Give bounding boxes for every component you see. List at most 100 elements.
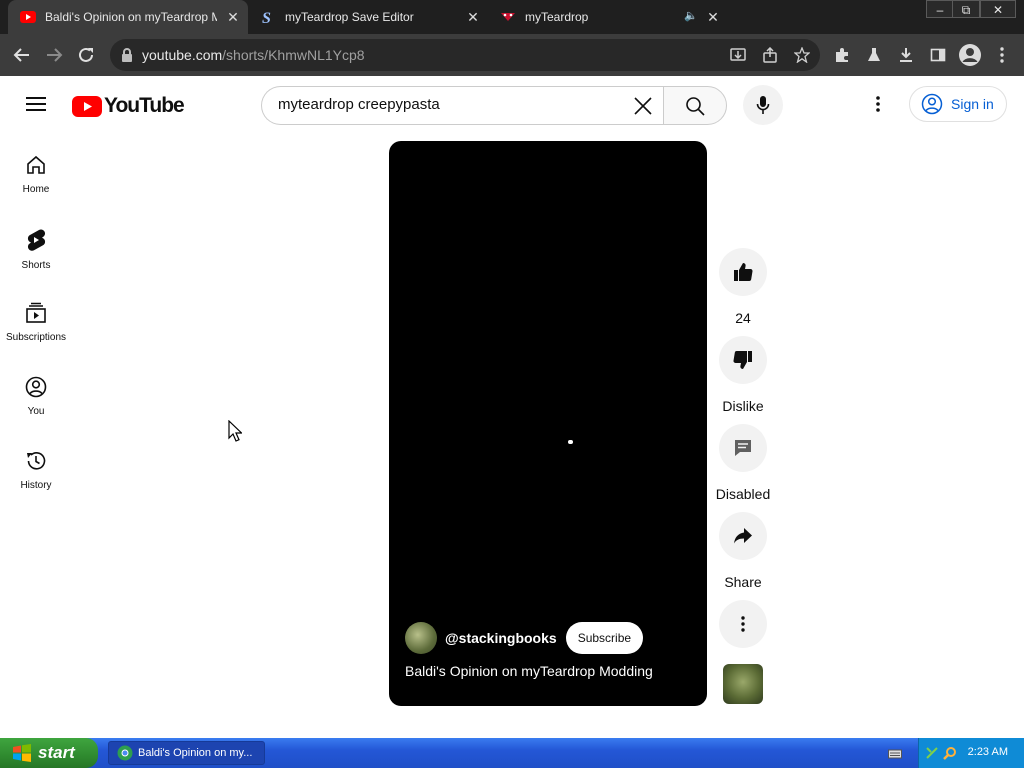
search-value: myteardrop creepypasta [278, 96, 440, 113]
dislike-button[interactable] [719, 336, 767, 384]
youtube-logo-text: YouTube [104, 94, 185, 117]
shorts-icon [27, 229, 46, 251]
sidebar-item-subscriptions[interactable]: Subscriptions [0, 288, 72, 358]
you-icon [25, 376, 47, 398]
labs-flask-icon[interactable] [862, 43, 886, 67]
chrome-menu-icon[interactable] [990, 43, 1014, 67]
comments-button[interactable] [719, 424, 767, 472]
system-clock[interactable]: 2:23 AM [968, 746, 1008, 758]
share-action[interactable]: Share [719, 512, 767, 590]
side-panel-icon[interactable] [926, 43, 950, 67]
share-page-icon[interactable] [758, 43, 782, 67]
subscriptions-icon [26, 302, 46, 323]
reload-button[interactable] [74, 43, 98, 67]
taskbar-item-label: Baldi's Opinion on my... [138, 747, 253, 759]
like-action[interactable]: 24 [719, 248, 767, 326]
url-path: /shorts/KhmwNL1Ycp8 [222, 47, 365, 63]
share-button[interactable] [719, 512, 767, 560]
svg-text:S: S [262, 10, 271, 25]
sidebar-item-shorts[interactable]: Shorts [0, 214, 72, 284]
network-tray-icon[interactable] [925, 746, 939, 760]
windows-taskbar: start Baldi's Opinion on my... 2:23 AM [0, 738, 1024, 768]
start-button[interactable]: start [0, 738, 98, 768]
short-title[interactable]: Baldi's Opinion on myTeardrop Modding [405, 663, 653, 679]
install-app-icon[interactable] [726, 43, 750, 67]
close-tab-icon[interactable]: ✕ [706, 10, 720, 24]
channel-name[interactable]: @stackingbooks [445, 630, 557, 646]
minimize-button[interactable]: – [926, 0, 954, 18]
history-icon [27, 452, 46, 470]
sidebar-item-label: Shorts [21, 260, 51, 271]
hamburger-menu-icon[interactable] [26, 96, 46, 117]
url-host: youtube.com [142, 47, 223, 63]
comments-action[interactable]: Disabled [715, 424, 771, 502]
comment-icon [735, 440, 751, 456]
close-window-button[interactable]: ✕ [980, 0, 1016, 18]
close-tab-icon[interactable]: ✕ [466, 10, 480, 24]
thumbs-down-icon [733, 350, 752, 369]
bookmark-star-icon[interactable] [790, 43, 814, 67]
youtube-favicon-icon [20, 9, 36, 25]
youtube-logo[interactable]: YouTube [72, 94, 185, 118]
browser-toolbar: youtube.com/shorts/KhmwNL1Ycp8 [0, 34, 1024, 76]
sidebar-item-label: Subscriptions [5, 332, 67, 343]
more-actions[interactable] [719, 600, 767, 648]
more-vert-icon [741, 616, 745, 632]
channel-avatar[interactable] [405, 622, 437, 654]
back-button[interactable] [10, 43, 34, 67]
sign-in-label: Sign in [951, 96, 994, 112]
sidebar-item-history[interactable]: History [0, 436, 72, 506]
speaker-icon[interactable]: 🔈 [684, 9, 698, 22]
settings-more-icon[interactable] [876, 96, 880, 117]
sidebar-item-label: Home [22, 184, 50, 195]
like-button[interactable] [719, 248, 767, 296]
shorts-video-player[interactable]: @stackingbooks Subscribe Baldi's Opinion… [389, 141, 707, 706]
start-label: start [38, 743, 75, 762]
tab-save-editor[interactable]: S myTeardrop Save Editor ✕ [248, 0, 488, 34]
search-icon [686, 96, 705, 116]
browser-tab-strip: Baldi's Opinion on myTeardrop Modding ✕ … [0, 0, 1024, 34]
account-circle-icon [921, 93, 943, 115]
search-input[interactable]: myteardrop creepypasta [261, 86, 664, 125]
home-icon [27, 155, 45, 174]
search-tray-icon[interactable] [943, 746, 957, 760]
loading-spinner-icon [568, 440, 573, 444]
channel-row: @stackingbooks Subscribe [405, 622, 644, 654]
thumbs-up-icon [734, 263, 753, 282]
sidebar-item-label: History [20, 480, 52, 491]
lock-icon [122, 48, 132, 62]
more-options-button[interactable] [719, 600, 767, 648]
url-text[interactable]: youtube.com/shorts/KhmwNL1Ycp8 [142, 47, 365, 63]
share-arrow-icon [734, 528, 752, 544]
search-button[interactable] [663, 86, 727, 125]
profile-avatar-icon[interactable] [958, 43, 982, 67]
address-bar[interactable]: youtube.com/shorts/KhmwNL1Ycp8 [110, 39, 820, 71]
extensions-puzzle-icon[interactable] [830, 43, 854, 67]
clear-search-icon[interactable] [634, 97, 652, 120]
sidebar-item-home[interactable]: Home [0, 140, 72, 210]
youtube-header: YouTube myteardrop creepypasta Sign in [0, 76, 1024, 134]
tab-myteardrop[interactable]: myTeardrop 🔈 ✕ [488, 0, 728, 34]
sidebar-item-label: You [27, 406, 45, 417]
restore-button[interactable]: ⧉ [952, 0, 980, 18]
keyboard-tray-icon[interactable] [888, 747, 902, 765]
comments-label: Disabled [715, 486, 771, 502]
sidebar-item-you[interactable]: You [0, 362, 72, 432]
like-count: 24 [735, 310, 751, 326]
downloads-icon[interactable] [894, 43, 918, 67]
sign-in-button[interactable]: Sign in [909, 86, 1007, 122]
microphone-icon [756, 96, 770, 114]
windows-logo-icon [13, 744, 31, 762]
dislike-action[interactable]: Dislike [719, 336, 767, 414]
tab-title: Baldi's Opinion on myTeardrop Modding [45, 10, 217, 24]
subscribe-button[interactable]: Subscribe [565, 622, 644, 654]
tab-baldis-opinion[interactable]: Baldi's Opinion on myTeardrop Modding ✕ [8, 0, 248, 34]
system-tray: 2:23 AM [918, 738, 1024, 768]
dislike-label: Dislike [722, 398, 764, 414]
taskbar-item-chrome[interactable]: Baldi's Opinion on my... [108, 741, 265, 765]
close-tab-icon[interactable]: ✕ [226, 10, 240, 24]
forward-button[interactable] [42, 43, 66, 67]
sound-thumbnail[interactable] [723, 664, 763, 704]
reload-icon [79, 47, 93, 62]
voice-search-button[interactable] [743, 85, 783, 125]
